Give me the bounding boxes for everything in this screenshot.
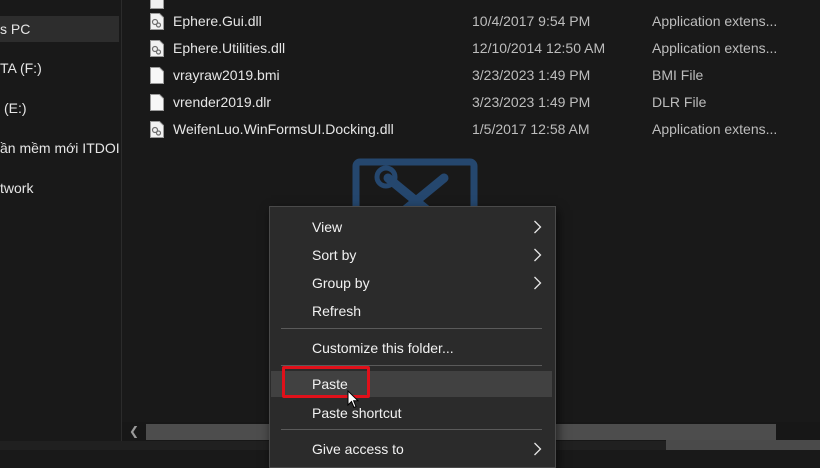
file-name: Ephere.Utilities.dll [173, 40, 286, 56]
menu-item-give-access[interactable]: Give access to [271, 436, 552, 462]
context-menu: View Sort by Group by Refresh Customize … [269, 206, 556, 468]
menu-item-refresh[interactable]: Refresh [271, 298, 552, 324]
file-row[interactable]: vrender2019.dlr 3/23/2023 1:49 PM DLR Fi… [122, 89, 820, 115]
nav-item-data-drive[interactable]: TA (F:) [0, 55, 119, 81]
file-type: Application extens... [652, 121, 778, 137]
nav-item-e-drive[interactable]: (E:) [0, 95, 119, 121]
menu-item-label: Give access to [312, 441, 404, 457]
nav-item-label: TA (F:) [0, 60, 42, 76]
nav-item-label: twork [0, 180, 34, 196]
file-type: BMI File [652, 67, 704, 83]
nav-item-label: ần mềm mới ITDOI [0, 140, 119, 156]
navigation-pane: s PC TA (F:) (E:) ần mềm mới ITDOI twork [0, 0, 122, 450]
blank-file-icon [150, 94, 164, 111]
file-name: vrender2019.dlr [173, 94, 272, 110]
nav-item-label: (E:) [4, 100, 27, 116]
file-type: DLR File [652, 94, 707, 110]
file-date: 3/23/2023 1:49 PM [472, 67, 591, 83]
file-row[interactable]: vrayraw2019.bmi 3/23/2023 1:49 PM BMI Fi… [122, 62, 820, 88]
file-type: Application extens... [652, 13, 778, 29]
menu-item-sort-by[interactable]: Sort by [271, 242, 552, 268]
nav-item-this-pc[interactable]: s PC [0, 16, 119, 42]
menu-item-view[interactable]: View [271, 214, 552, 240]
blank-file-icon [150, 67, 164, 84]
chevron-right-icon [534, 220, 542, 234]
file-name: Ephere.Gui.dll [173, 13, 262, 29]
file-date: 3/23/2023 1:49 PM [472, 94, 591, 110]
dll-file-icon [150, 13, 164, 30]
nav-item-network[interactable]: twork [0, 175, 119, 201]
file-row[interactable]: WeifenLuo.WinFormsUI.Docking.dll 1/5/201… [122, 116, 820, 142]
nav-item-label: s PC [0, 21, 31, 37]
file-date: 12/10/2014 12:50 AM [472, 40, 606, 56]
menu-item-label: Customize this folder... [312, 340, 454, 356]
scrollbar-thumb-secondary[interactable] [666, 440, 820, 450]
menu-item-group-by[interactable]: Group by [271, 270, 552, 296]
file-date: 1/5/2017 12:58 AM [472, 121, 590, 137]
file-name: WeifenLuo.WinFormsUI.Docking.dll [173, 121, 394, 137]
dll-file-icon [150, 121, 164, 138]
dll-file-icon [150, 40, 164, 57]
nav-item-software-folder[interactable]: ần mềm mới ITDOI [0, 135, 119, 161]
chevron-right-icon [534, 442, 542, 456]
menu-item-label: Refresh [312, 303, 362, 319]
menu-item-customize-folder[interactable]: Customize this folder... [271, 335, 552, 361]
file-row[interactable]: Ephere.Utilities.dll 12/10/2014 12:50 AM… [122, 35, 820, 61]
file-row[interactable]: Ephere.Gui.dll 10/4/2017 9:54 PM Applica… [122, 8, 820, 34]
file-row-partial[interactable] [122, 0, 820, 9]
menu-item-label: Group by [312, 275, 370, 291]
file-name: vrayraw2019.bmi [173, 67, 280, 83]
menu-item-label: View [312, 219, 343, 235]
chevron-right-icon [534, 248, 542, 262]
mouse-pointer-icon [347, 390, 359, 409]
menu-item-paste-shortcut[interactable]: Paste shortcut [271, 400, 552, 426]
file-type: Application extens... [652, 40, 778, 56]
chevron-right-icon [534, 276, 542, 290]
menu-item-label: Sort by [312, 247, 357, 263]
file-date: 10/4/2017 9:54 PM [472, 13, 591, 29]
scroll-left-icon[interactable]: ❮ [126, 422, 142, 441]
menu-separator [281, 328, 542, 329]
menu-separator [281, 429, 542, 430]
